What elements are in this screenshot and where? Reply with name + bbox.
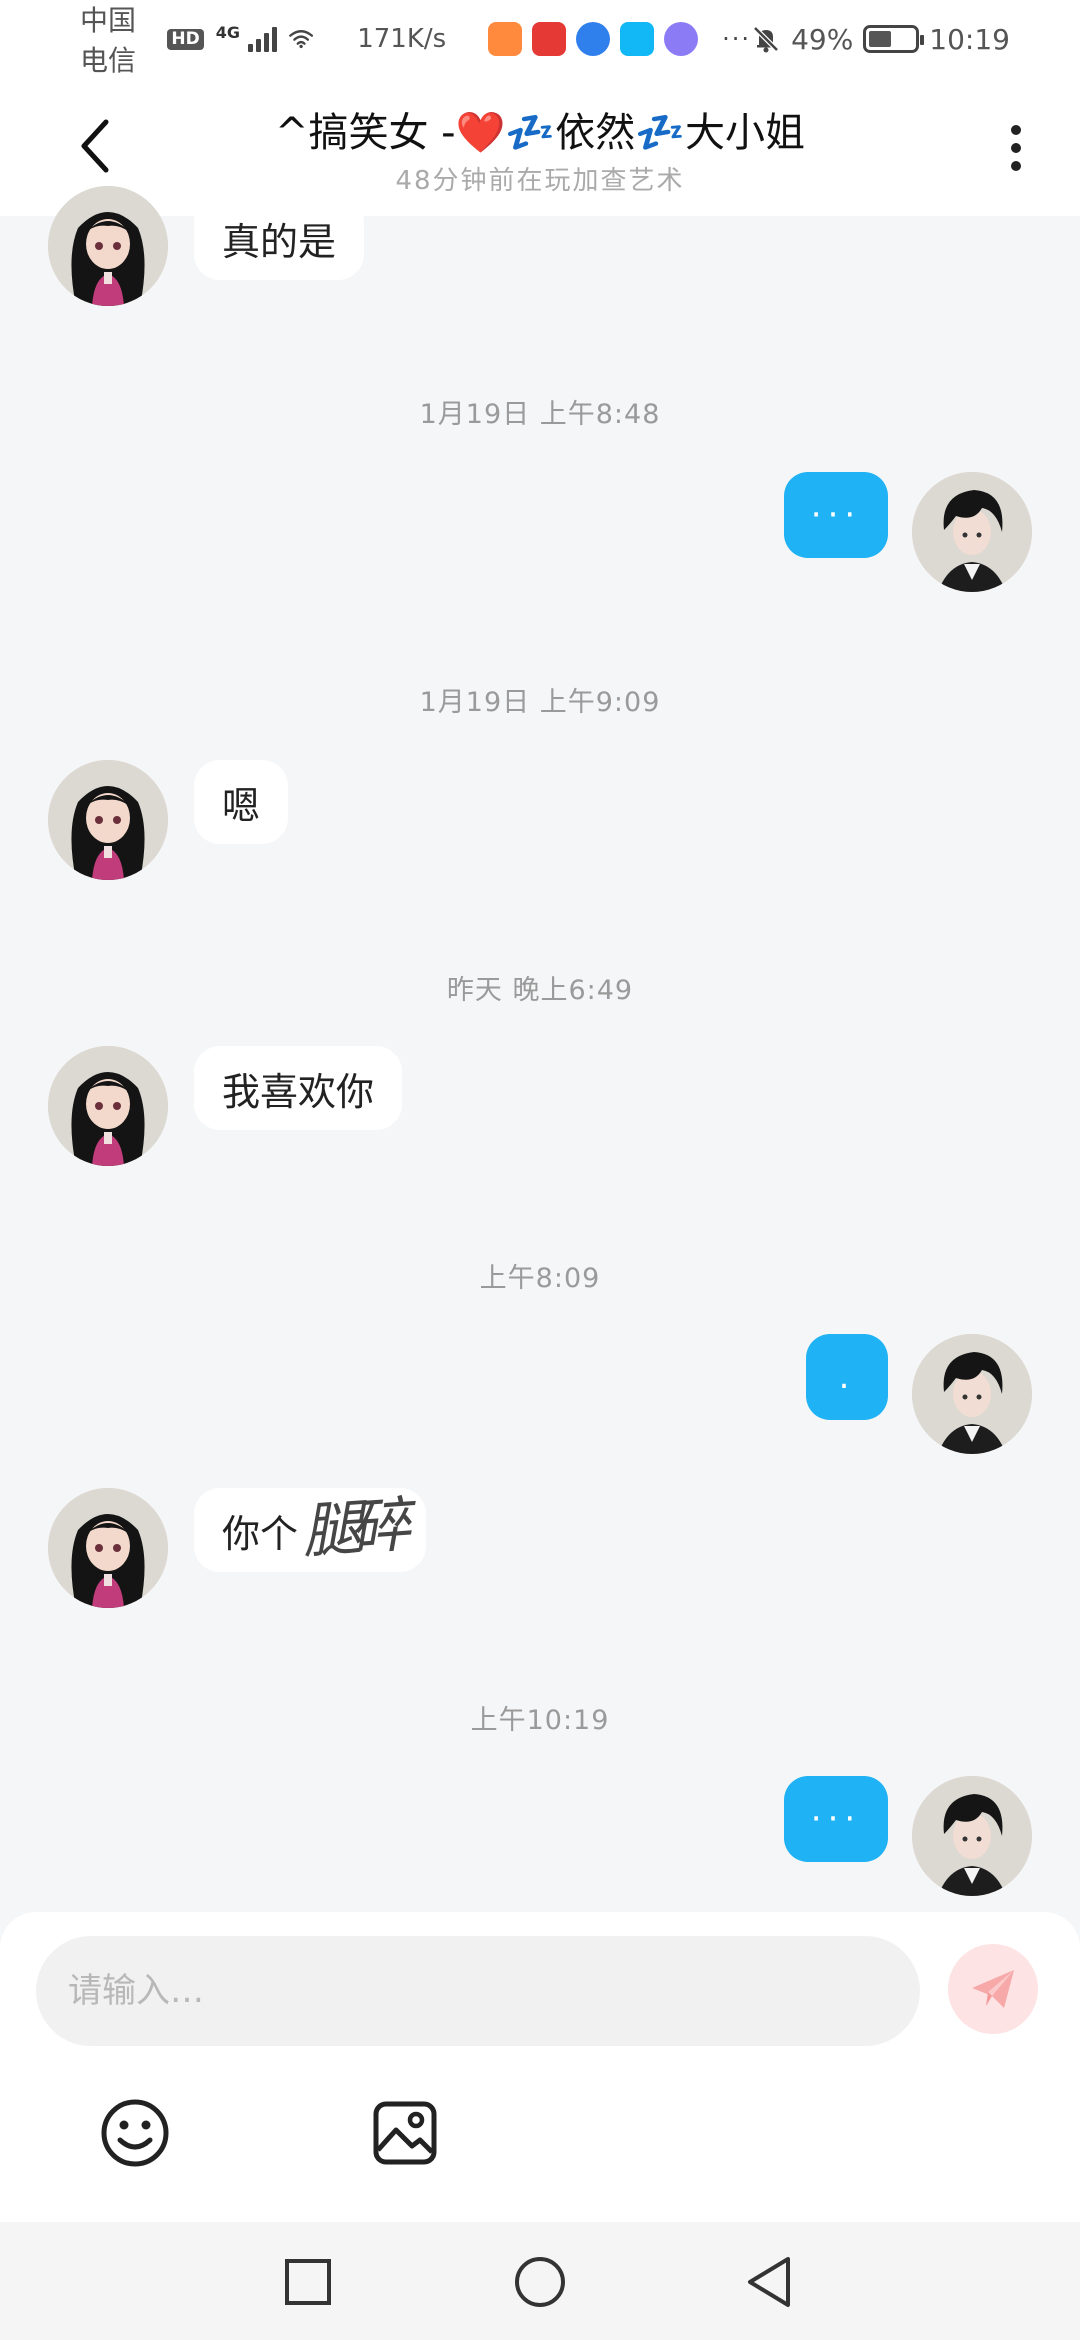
boy-avatar-icon: [912, 472, 1032, 592]
message-text: ···: [810, 495, 862, 535]
status-right: 49% 10:19: [751, 23, 1010, 56]
contact-name: ^搞笑女 -❤️💤依然💤大小姐: [274, 110, 806, 156]
contact-avatar[interactable]: [48, 186, 168, 306]
message-bubble-outgoing[interactable]: .: [806, 1334, 888, 1420]
triangle-back-icon: [748, 2257, 790, 2307]
message-text: 嗯: [222, 783, 261, 828]
search-app-icon: [620, 22, 655, 56]
nav-back-button[interactable]: [740, 2254, 796, 2310]
message-text: 我喜欢你: [222, 1069, 375, 1114]
message-text: .: [838, 1357, 856, 1397]
clock: 10:19: [929, 22, 1010, 56]
notification-icons: ···: [488, 22, 751, 56]
message-timestamp: 上午10:19: [470, 1705, 610, 1736]
square-icon: [285, 2259, 331, 2305]
message-text: 你个: [222, 1511, 299, 1556]
contact-avatar[interactable]: [48, 760, 168, 880]
back-button[interactable]: [70, 116, 120, 176]
girl-avatar-icon: [48, 760, 168, 880]
chat-header: ^搞笑女 -❤️💤依然💤大小姐 48分钟前在玩加查艺术: [0, 78, 1080, 216]
message-bubble-outgoing[interactable]: ···: [784, 472, 888, 558]
message-bubble-outgoing[interactable]: ···: [784, 1776, 888, 1862]
circle-icon: [515, 2257, 565, 2307]
chevron-left-icon: [81, 119, 109, 173]
more-options-button[interactable]: [996, 118, 1036, 178]
girl-avatar-icon: [48, 1046, 168, 1166]
paper-plane-icon: [972, 1970, 1014, 2008]
system-nav-bar: [0, 2222, 1080, 2340]
battery-icon: [863, 25, 925, 53]
message-text: 真的是: [222, 219, 337, 264]
message-list[interactable]: 真的是 1月19日 上午8:48 ··· 1月19日 上午9:09 嗯 昨天 晚…: [0, 186, 1080, 1916]
message-timestamp: 1月19日 上午9:09: [419, 687, 661, 718]
girl-avatar-icon: [48, 1488, 168, 1608]
boy-avatar-icon: [912, 1776, 1032, 1896]
home-button[interactable]: [512, 2254, 568, 2310]
wifi-icon: [289, 30, 314, 49]
network-type: 4G: [215, 23, 240, 42]
recent-apps-button[interactable]: [280, 2254, 336, 2310]
message-input[interactable]: [36, 1936, 920, 2046]
girl-avatar-icon: [48, 186, 168, 306]
contact-avatar[interactable]: [48, 1046, 168, 1166]
message-timestamp: 1月19日 上午8:48: [419, 399, 661, 430]
status-bar: 中国电信 HD 4G 171K/s ··· 49% 10:19: [0, 0, 1080, 78]
gift-app-icon: [532, 22, 567, 56]
status-left: 中国电信 HD 4G: [80, 0, 314, 79]
message-bubble-incoming[interactable]: 真的是: [194, 196, 365, 280]
send-button[interactable]: [948, 1944, 1038, 2034]
more-vertical-icon: [1011, 125, 1021, 135]
image-icon: [373, 2101, 437, 2165]
contact-status: 48分钟前在玩加查艺术: [395, 166, 685, 196]
my-avatar[interactable]: [912, 472, 1032, 592]
my-avatar[interactable]: [912, 1776, 1032, 1896]
message-timestamp: 上午8:09: [479, 1263, 601, 1294]
emoji-button[interactable]: [98, 2096, 172, 2170]
my-avatar[interactable]: [912, 1334, 1032, 1454]
message-timestamp: 昨天 晚上6:49: [446, 975, 634, 1006]
more-notifications: ···: [722, 25, 752, 53]
contact-avatar[interactable]: [48, 1488, 168, 1608]
mute-bell-icon: [753, 26, 779, 53]
video-app-icon: [488, 22, 523, 56]
image-button[interactable]: [368, 2096, 442, 2170]
music-app-icon: [664, 22, 699, 56]
smiley-icon: [101, 2099, 169, 2167]
message-bubble-incoming[interactable]: 嗯: [194, 760, 289, 844]
network-speed: 171K/s: [357, 24, 447, 54]
message-bubble-incoming[interactable]: 我喜欢你: [194, 1046, 403, 1130]
signal-icon: [247, 26, 277, 52]
battery-percent: 49%: [791, 22, 854, 56]
browser-app-icon: [576, 22, 611, 56]
carrier-label: 中国电信: [80, 4, 137, 77]
boy-avatar-icon: [912, 1334, 1032, 1454]
handwritten-sticker: 腿碎: [300, 1490, 401, 1568]
message-text: ···: [810, 1799, 862, 1839]
composer-panel: [0, 1912, 1080, 2222]
hd-badge: HD: [167, 28, 204, 50]
